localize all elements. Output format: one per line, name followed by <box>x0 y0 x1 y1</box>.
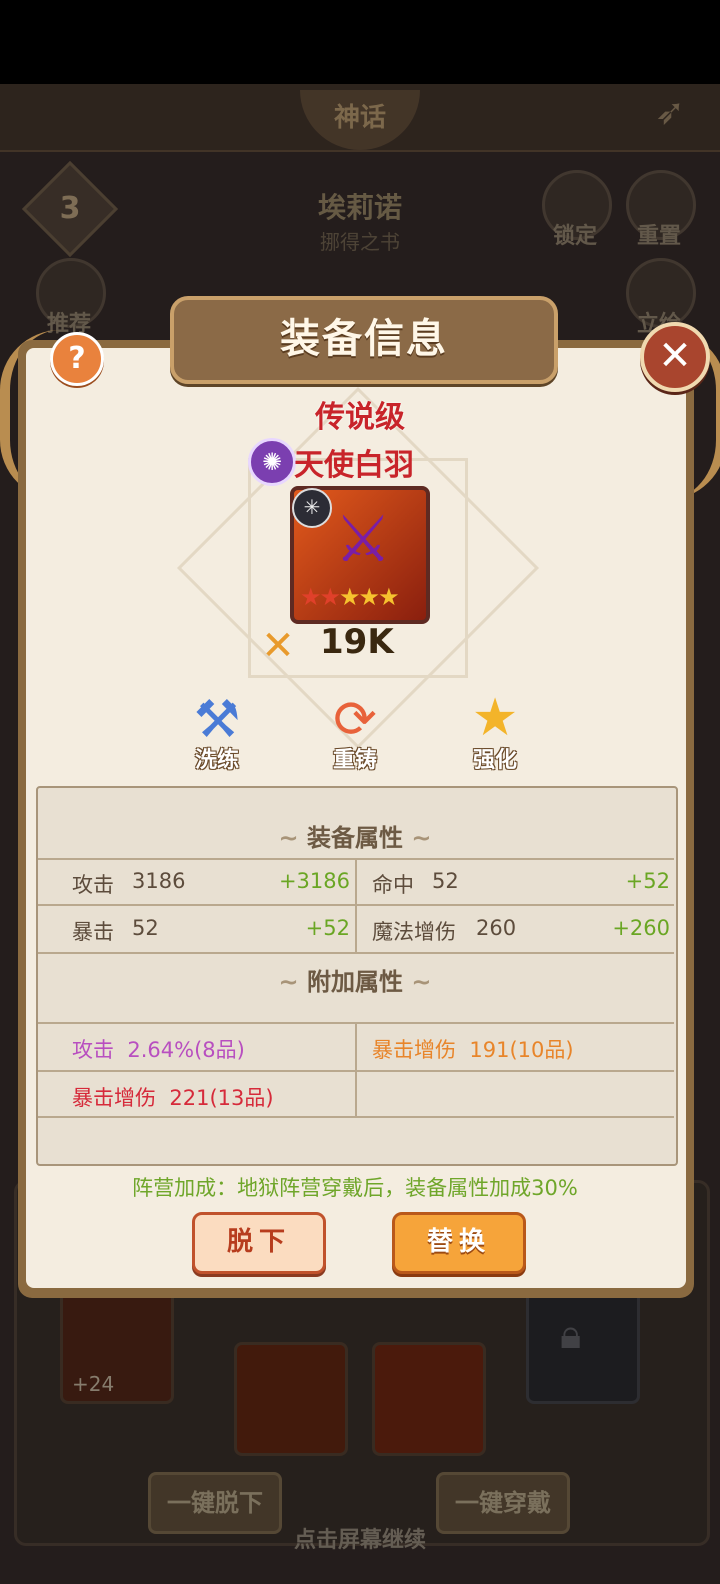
star-icon: ★ <box>339 583 360 611</box>
extra-stat-1-value: 2.64%(8品) <box>127 1038 245 1062</box>
stat-magic-dmg-value: 260 <box>476 916 517 940</box>
extra-stats-title: 附加属性 <box>307 968 403 996</box>
web-icon: ✳ <box>292 488 332 528</box>
extra-stat-3: 暴击增伤 221(13品) <box>72 1082 274 1112</box>
star-icon: ★ <box>378 583 399 611</box>
divider <box>355 858 357 952</box>
power-value: 19K <box>320 622 394 662</box>
crossed-swords-icon: ✕ <box>261 623 295 669</box>
star-icon[interactable]: ★ <box>460 688 530 748</box>
divider <box>38 952 674 954</box>
extra-stat-1: 攻击 2.64%(8品) <box>72 1034 245 1064</box>
star-icon: ★ <box>358 583 380 611</box>
stat-attack-value: 3186 <box>132 869 186 893</box>
stat-attack-name: 攻击 <box>72 873 114 897</box>
base-stats-header: ~ 装备属性 ~ <box>278 824 432 852</box>
extra-stat-1-name: 攻击 <box>72 1038 114 1062</box>
star-icon: ★ <box>300 583 321 611</box>
stat-hit-bonus: +52 <box>625 869 670 893</box>
extra-stat-3-name: 暴击增伤 <box>72 1086 156 1110</box>
hammer-icon[interactable]: ⚒ <box>182 690 252 750</box>
stat-crit-bonus: +52 <box>305 916 350 940</box>
item-stars: ★★★★★ <box>300 584 416 610</box>
stat-magic-dmg-name: 魔法增伤 <box>372 920 456 944</box>
close-button[interactable]: ✕ <box>640 322 710 392</box>
faction-bonus-text: 阵营加成：地狱阵营穿戴后，装备属性加成30% <box>132 1176 578 1200</box>
extra-stat-2: 暴击增伤 191(10品) <box>372 1034 574 1064</box>
item-name: 天使白羽 <box>294 448 414 483</box>
star-icon: ★ <box>319 583 341 611</box>
stat-attack-bonus: +3186 <box>278 869 350 893</box>
base-stats-title: 装备属性 <box>307 824 403 852</box>
enhance-label[interactable]: 强化 <box>450 742 540 774</box>
stat-hit-value: 52 <box>432 869 459 893</box>
divider <box>38 1116 674 1118</box>
replace-button[interactable]: 替换 <box>392 1212 526 1274</box>
hell-faction-icon: ✺ <box>248 438 296 486</box>
item-grade: 传说级 <box>315 400 405 435</box>
unequip-button[interactable]: 脱下 <box>192 1212 326 1274</box>
extra-stat-3-value: 221(13品) <box>169 1086 274 1110</box>
extra-stat-2-name: 暴击增伤 <box>372 1038 456 1062</box>
stat-crit-value: 52 <box>132 916 159 940</box>
extra-stat-2-value: 191(10品) <box>469 1038 574 1062</box>
refine-label[interactable]: 洗练 <box>172 742 262 774</box>
divider <box>355 1022 357 1116</box>
help-button[interactable]: ? <box>50 332 104 386</box>
dialog-title: 装备信息 <box>280 316 448 362</box>
reforge-label[interactable]: 重铸 <box>310 742 400 774</box>
stat-magic-dmg-bonus: +260 <box>612 916 670 940</box>
extra-stats-header: ~ 附加属性 ~ <box>278 968 432 996</box>
stat-hit-name: 命中 <box>372 873 414 897</box>
stat-crit-name: 暴击 <box>72 920 114 944</box>
reforge-icon[interactable]: ⟳ <box>320 690 390 750</box>
